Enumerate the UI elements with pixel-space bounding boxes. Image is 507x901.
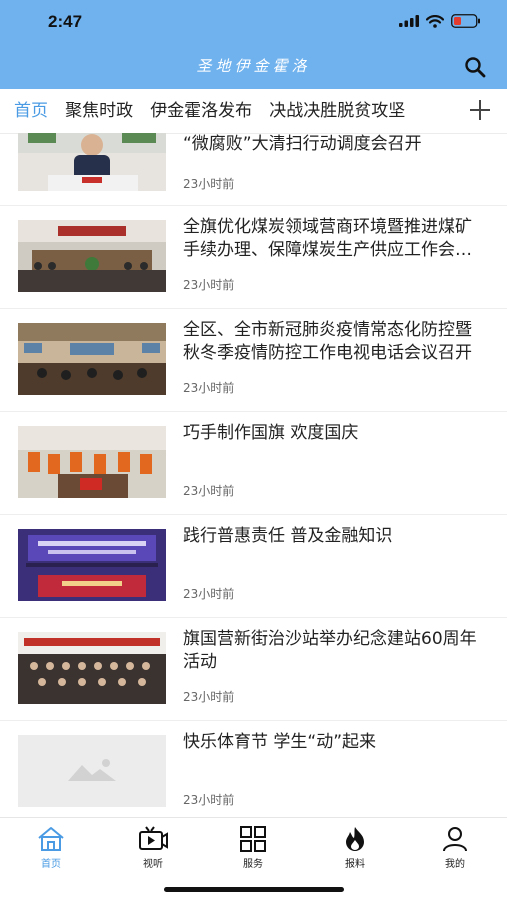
user-icon <box>443 827 467 852</box>
app-title: 圣地伊金霍洛 <box>196 57 311 75</box>
nav-report[interactable]: 报料 <box>325 826 385 870</box>
news-time: 23小时前 <box>183 587 235 601</box>
news-item[interactable]: “微腐败”大清扫行动调度会召开 23小时前 <box>0 133 507 206</box>
news-thumbnail <box>18 220 166 292</box>
fire-icon <box>346 827 364 851</box>
news-item[interactable]: 快乐体育节 学生“动”起来 23小时前 <box>0 721 507 817</box>
news-thumbnail <box>18 735 166 807</box>
news-time: 23小时前 <box>183 484 235 498</box>
news-item[interactable]: 全旗优化煤炭领域营商环境暨推进煤矿手续办理、保障煤炭生产供应工作会议召开 23小… <box>0 206 507 309</box>
news-title: “微腐败”大清扫行动调度会召开 <box>183 134 422 154</box>
nav-video[interactable]: 视听 <box>123 826 183 870</box>
wifi-icon <box>426 14 444 28</box>
news-thumbnail <box>18 133 166 191</box>
news-title: 践行普惠责任 普及金融知识 <box>183 526 393 546</box>
video-icon <box>139 826 168 850</box>
search-button[interactable] <box>463 55 487 79</box>
news-item[interactable]: 全区、全市新冠肺炎疫情常态化防控暨秋冬季疫情防控工作电视电话会议召开 23小时前 <box>0 309 507 412</box>
search-icon <box>465 57 486 78</box>
news-item[interactable]: 践行普惠责任 普及金融知识 23小时前 <box>0 515 507 618</box>
news-title: 快乐体育节 学生“动”起来 <box>183 732 377 752</box>
news-thumbnail <box>18 529 166 601</box>
news-time: 23小时前 <box>183 381 235 395</box>
status-icons <box>399 14 481 28</box>
tab-home[interactable]: 首页 <box>14 89 48 133</box>
tab-list: 首页 聚焦时政 伊金霍洛发布 决战决胜脱贫攻坚 <box>8 89 460 133</box>
nav-label: 视听 <box>143 859 163 870</box>
news-thumbnail <box>18 323 166 395</box>
news-time: 23小时前 <box>183 177 235 191</box>
grid-icon <box>240 826 266 852</box>
nav-service[interactable]: 服务 <box>223 826 283 870</box>
tab-focus-politics[interactable]: 聚焦时政 <box>65 89 133 133</box>
nav-home[interactable]: 首页 <box>21 826 81 870</box>
tab-poverty-alleviation[interactable]: 决战决胜脱贫攻坚 <box>269 89 405 133</box>
nav-label: 首页 <box>41 859 61 870</box>
signal-icon <box>399 15 419 27</box>
news-time: 23小时前 <box>183 690 235 704</box>
app-header: 2:47 圣地伊金霍洛 <box>0 0 507 89</box>
news-title: 全区、全市新冠肺炎疫情常态化防控暨秋冬季疫情防控工作电视电话会议召开 <box>183 320 472 363</box>
news-thumbnail <box>18 426 166 498</box>
news-thumbnail <box>18 632 166 704</box>
tab-fade <box>441 89 461 133</box>
status-time: 2:47 <box>48 12 83 31</box>
news-feed: “微腐败”大清扫行动调度会召开 23小时前 全旗优化煤炭领域营商环境暨推进煤矿手… <box>0 133 507 817</box>
news-time: 23小时前 <box>183 793 235 807</box>
news-title: 旗国营新街治沙站举办纪念建站60周年活动 <box>183 629 477 672</box>
news-title: 全旗优化煤炭领域营商环境暨推进煤矿手续办理、保障煤炭生产供应工作会议召开 <box>183 217 472 260</box>
news-time: 23小时前 <box>183 278 235 292</box>
tab-ejinhoro-release[interactable]: 伊金霍洛发布 <box>150 89 252 133</box>
news-item[interactable]: 巧手制作国旗 欢度国庆 23小时前 <box>0 412 507 515</box>
news-title: 巧手制作国旗 欢度国庆 <box>183 423 359 443</box>
nav-label: 我的 <box>445 859 465 870</box>
nav-label: 服务 <box>243 859 263 870</box>
nav-label: 报料 <box>345 859 365 870</box>
home-icon <box>38 827 64 851</box>
nav-profile[interactable]: 我的 <box>425 826 485 870</box>
home-indicator <box>164 887 344 892</box>
image-placeholder-icon <box>18 735 166 807</box>
battery-icon <box>451 14 480 28</box>
news-item[interactable]: 旗国营新街治沙站举办纪念建站60周年活动 23小时前 <box>0 618 507 721</box>
plus-icon <box>470 100 490 120</box>
category-tabs: 首页 聚焦时政 伊金霍洛发布 决战决胜脱贫攻坚 <box>0 89 507 134</box>
add-tab-button[interactable] <box>467 97 493 123</box>
